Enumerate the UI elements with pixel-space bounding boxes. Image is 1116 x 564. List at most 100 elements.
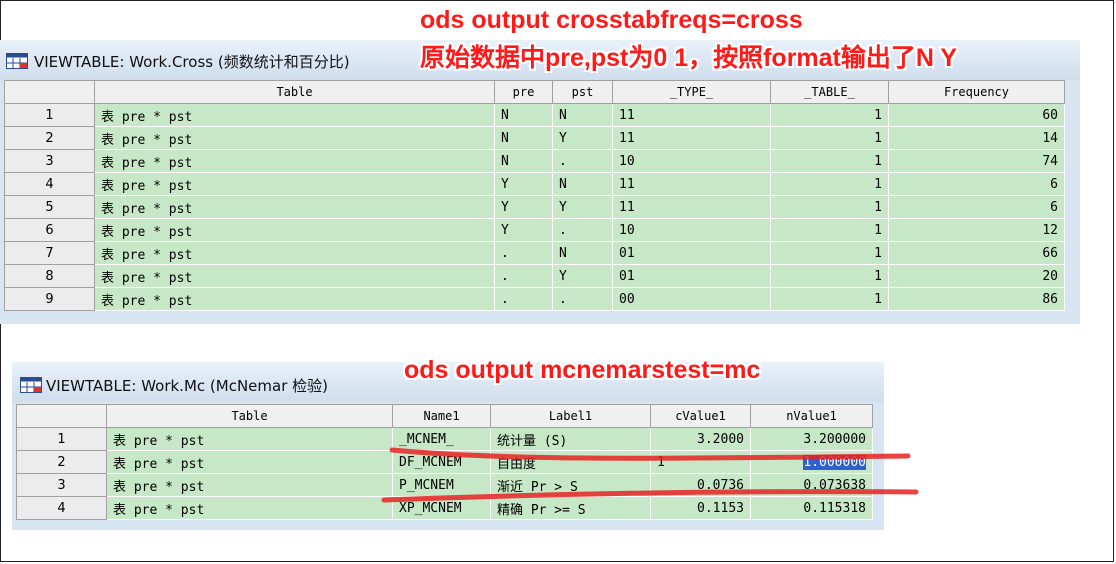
cell-pre[interactable]: N (494, 126, 553, 150)
table-row[interactable]: 9表 pre * pst.. 00 1 86 (4, 287, 1065, 311)
cell-table-id[interactable]: 1 (770, 103, 889, 127)
cell-table[interactable]: 表 pre * pst (94, 149, 495, 173)
cell-table[interactable]: 表 pre * pst (106, 496, 393, 520)
cell-type[interactable]: 01 (612, 241, 771, 265)
table-row[interactable]: 3表 pre * pst P_MCNEM 渐近 Pr > S 0.0736 0.0736… (16, 473, 873, 497)
column-header-nvalue1[interactable]: nValue1 (750, 404, 873, 428)
table-row[interactable]: 2表 pre * pst DF_MCNEM 自由度 1 1.000000 (16, 450, 873, 474)
cell-table-id[interactable]: 1 (770, 241, 889, 265)
cell-pst[interactable]: N (552, 241, 613, 265)
cell-table-id[interactable]: 1 (770, 218, 889, 242)
row-number[interactable]: 7 (4, 241, 95, 265)
viewtable-cross-window[interactable]: VIEWTABLE: Work.Cross (频数统计和百分比) Table p… (0, 40, 1080, 324)
selected-text[interactable]: 1.000000 (803, 454, 866, 470)
table-row[interactable]: 1表 pre * pst N N 11 1 60 (4, 103, 1065, 127)
column-header-name1[interactable]: Name1 (392, 404, 491, 428)
cell-name1[interactable]: XP_MCNEM (392, 496, 491, 520)
column-header-label1[interactable]: Label1 (490, 404, 651, 428)
cell-pst[interactable]: N (552, 103, 613, 127)
cell-name1[interactable]: P_MCNEM (392, 473, 491, 497)
cell-frequency[interactable]: 14 (888, 126, 1065, 150)
cell-table[interactable]: 表 pre * pst (94, 126, 495, 150)
cell-nvalue1[interactable]: 1.000000 (750, 450, 873, 474)
cell-frequency[interactable]: 6 (888, 195, 1065, 219)
row-number-header[interactable] (4, 80, 95, 104)
column-header-type[interactable]: _TYPE_ (612, 80, 771, 104)
cell-table[interactable]: 表 pre * pst (94, 241, 495, 265)
cell-type[interactable]: 11 (612, 103, 771, 127)
cell-table[interactable]: 表 pre * pst (94, 287, 495, 311)
cell-table[interactable]: 表 pre * pst (94, 172, 495, 196)
cell-frequency[interactable]: 6 (888, 172, 1065, 196)
cell-pst[interactable]: Y (552, 264, 613, 288)
cell-type[interactable]: 11 (612, 126, 771, 150)
mcnemar-data-table[interactable]: Table Name1 Label1 cValue1 nValue1 1表 pr… (16, 404, 873, 520)
cell-pre[interactable]: Y (494, 172, 553, 196)
row-number[interactable]: 6 (4, 218, 95, 242)
cell-pst[interactable]: . (552, 287, 613, 311)
cross-data-table[interactable]: Table pre pst _TYPE_ _TABLE_ Frequency 1… (4, 80, 1065, 311)
cell-pre[interactable]: . (494, 264, 553, 288)
cell-cvalue1[interactable]: 1 (650, 450, 751, 474)
table-row[interactable]: 6表 pre * pst Y. 10 1 12 (4, 218, 1065, 242)
cell-type[interactable]: 11 (612, 172, 771, 196)
cell-table[interactable]: 表 pre * pst (94, 218, 495, 242)
table-row[interactable]: 3表 pre * pst N. 10 1 74 (4, 149, 1065, 173)
viewtable-mc-window[interactable]: VIEWTABLE: Work.Mc (McNemar 检验) Table Na… (12, 362, 884, 530)
cell-table-id[interactable]: 1 (770, 287, 889, 311)
cell-pre[interactable]: . (494, 241, 553, 265)
cell-label1[interactable]: 统计量 (S) (490, 427, 651, 451)
cell-frequency[interactable]: 66 (888, 241, 1065, 265)
cell-pst[interactable]: . (552, 149, 613, 173)
column-header-pst[interactable]: pst (552, 80, 613, 104)
table-row[interactable]: 8表 pre * pst. Y 01 1 20 (4, 264, 1065, 288)
cell-table-id[interactable]: 1 (770, 126, 889, 150)
row-number[interactable]: 3 (4, 149, 95, 173)
cell-frequency[interactable]: 74 (888, 149, 1065, 173)
table-row[interactable]: 1表 pre * pst _MCNEM_ 统计量 (S) 3.2000 3.200000 (16, 427, 873, 451)
cell-pre[interactable]: Y (494, 218, 553, 242)
cell-nvalue1[interactable]: 0.073638 (750, 473, 873, 497)
column-header-table[interactable]: Table (106, 404, 393, 428)
cell-pst[interactable]: Y (552, 195, 613, 219)
cell-type[interactable]: 10 (612, 218, 771, 242)
table-row[interactable]: 7表 pre * pst. N 01 1 66 (4, 241, 1065, 265)
cell-label1[interactable]: 精确 Pr >= S (490, 496, 651, 520)
cell-pre[interactable]: N (494, 103, 553, 127)
cell-pst[interactable]: . (552, 218, 613, 242)
cell-frequency[interactable]: 20 (888, 264, 1065, 288)
column-header-cvalue1[interactable]: cValue1 (650, 404, 751, 428)
cell-cvalue1[interactable]: 0.0736 (650, 473, 751, 497)
cell-label1[interactable]: 渐近 Pr > S (490, 473, 651, 497)
cell-type[interactable]: 10 (612, 149, 771, 173)
cell-table[interactable]: 表 pre * pst (94, 264, 495, 288)
cell-table-id[interactable]: 1 (770, 195, 889, 219)
row-number-header[interactable] (16, 404, 107, 428)
cell-table[interactable]: 表 pre * pst (106, 427, 393, 451)
row-number[interactable]: 2 (4, 126, 95, 150)
cell-frequency[interactable]: 86 (888, 287, 1065, 311)
cell-table[interactable]: 表 pre * pst (106, 473, 393, 497)
cell-pre[interactable]: . (494, 287, 553, 311)
cell-name1[interactable]: DF_MCNEM (392, 450, 491, 474)
cell-pst[interactable]: Y (552, 126, 613, 150)
cell-table-id[interactable]: 1 (770, 172, 889, 196)
table-row[interactable]: 4表 pre * pst XP_MCNEM 精确 Pr >= S 0.1153 0.11… (16, 496, 873, 520)
row-number[interactable]: 1 (4, 103, 95, 127)
cell-table[interactable]: 表 pre * pst (94, 195, 495, 219)
cell-cvalue1[interactable]: 0.1153 (650, 496, 751, 520)
column-header-table-id[interactable]: _TABLE_ (770, 80, 889, 104)
cell-type[interactable]: 00 (612, 287, 771, 311)
row-number[interactable]: 9 (4, 287, 95, 311)
cell-table[interactable]: 表 pre * pst (106, 450, 393, 474)
cell-name1[interactable]: _MCNEM_ (392, 427, 491, 451)
table-row[interactable]: 5表 pre * pst Y Y 11 1 6 (4, 195, 1065, 219)
table-row[interactable]: 4表 pre * pst Y N 11 1 6 (4, 172, 1065, 196)
cell-frequency[interactable]: 12 (888, 218, 1065, 242)
cell-type[interactable]: 11 (612, 195, 771, 219)
row-number[interactable]: 4 (4, 172, 95, 196)
column-header-pre[interactable]: pre (494, 80, 553, 104)
row-number[interactable]: 4 (16, 496, 107, 520)
row-number[interactable]: 3 (16, 473, 107, 497)
cell-pre[interactable]: N (494, 149, 553, 173)
